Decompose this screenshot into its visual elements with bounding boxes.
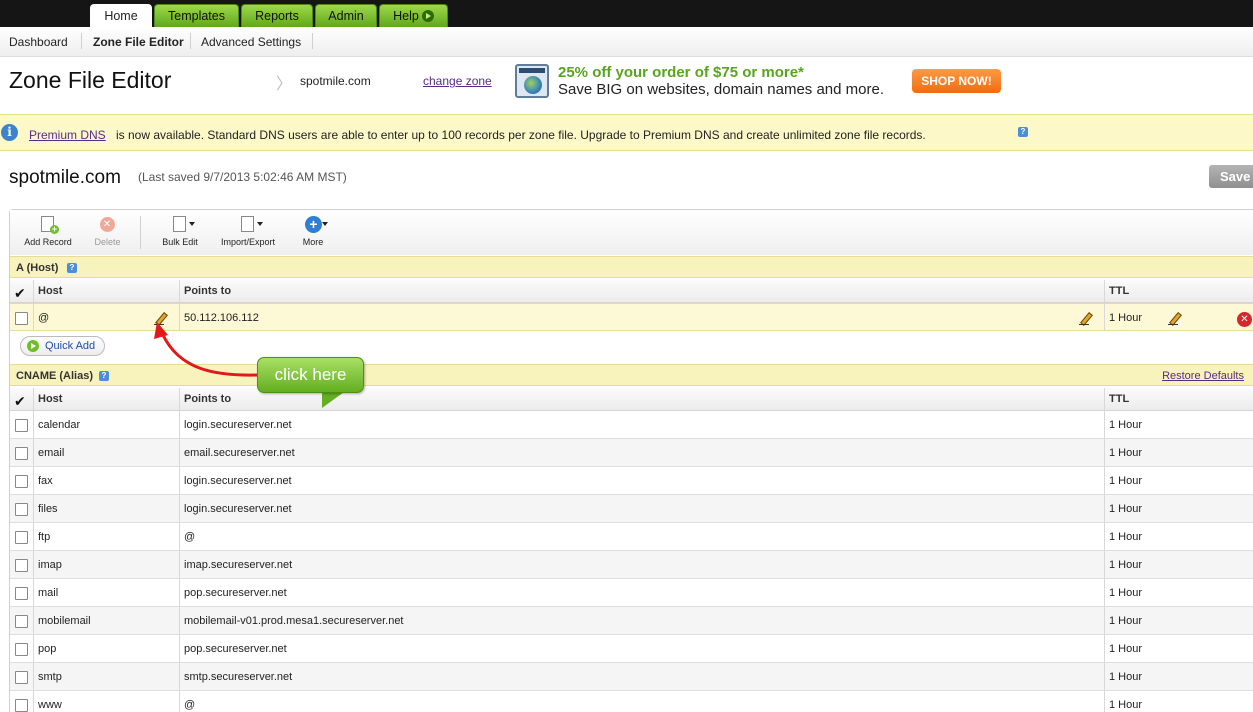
callout-tail <box>322 392 344 408</box>
click-here-callout: click here <box>257 357 364 393</box>
red-arrow-annotation <box>154 322 259 377</box>
